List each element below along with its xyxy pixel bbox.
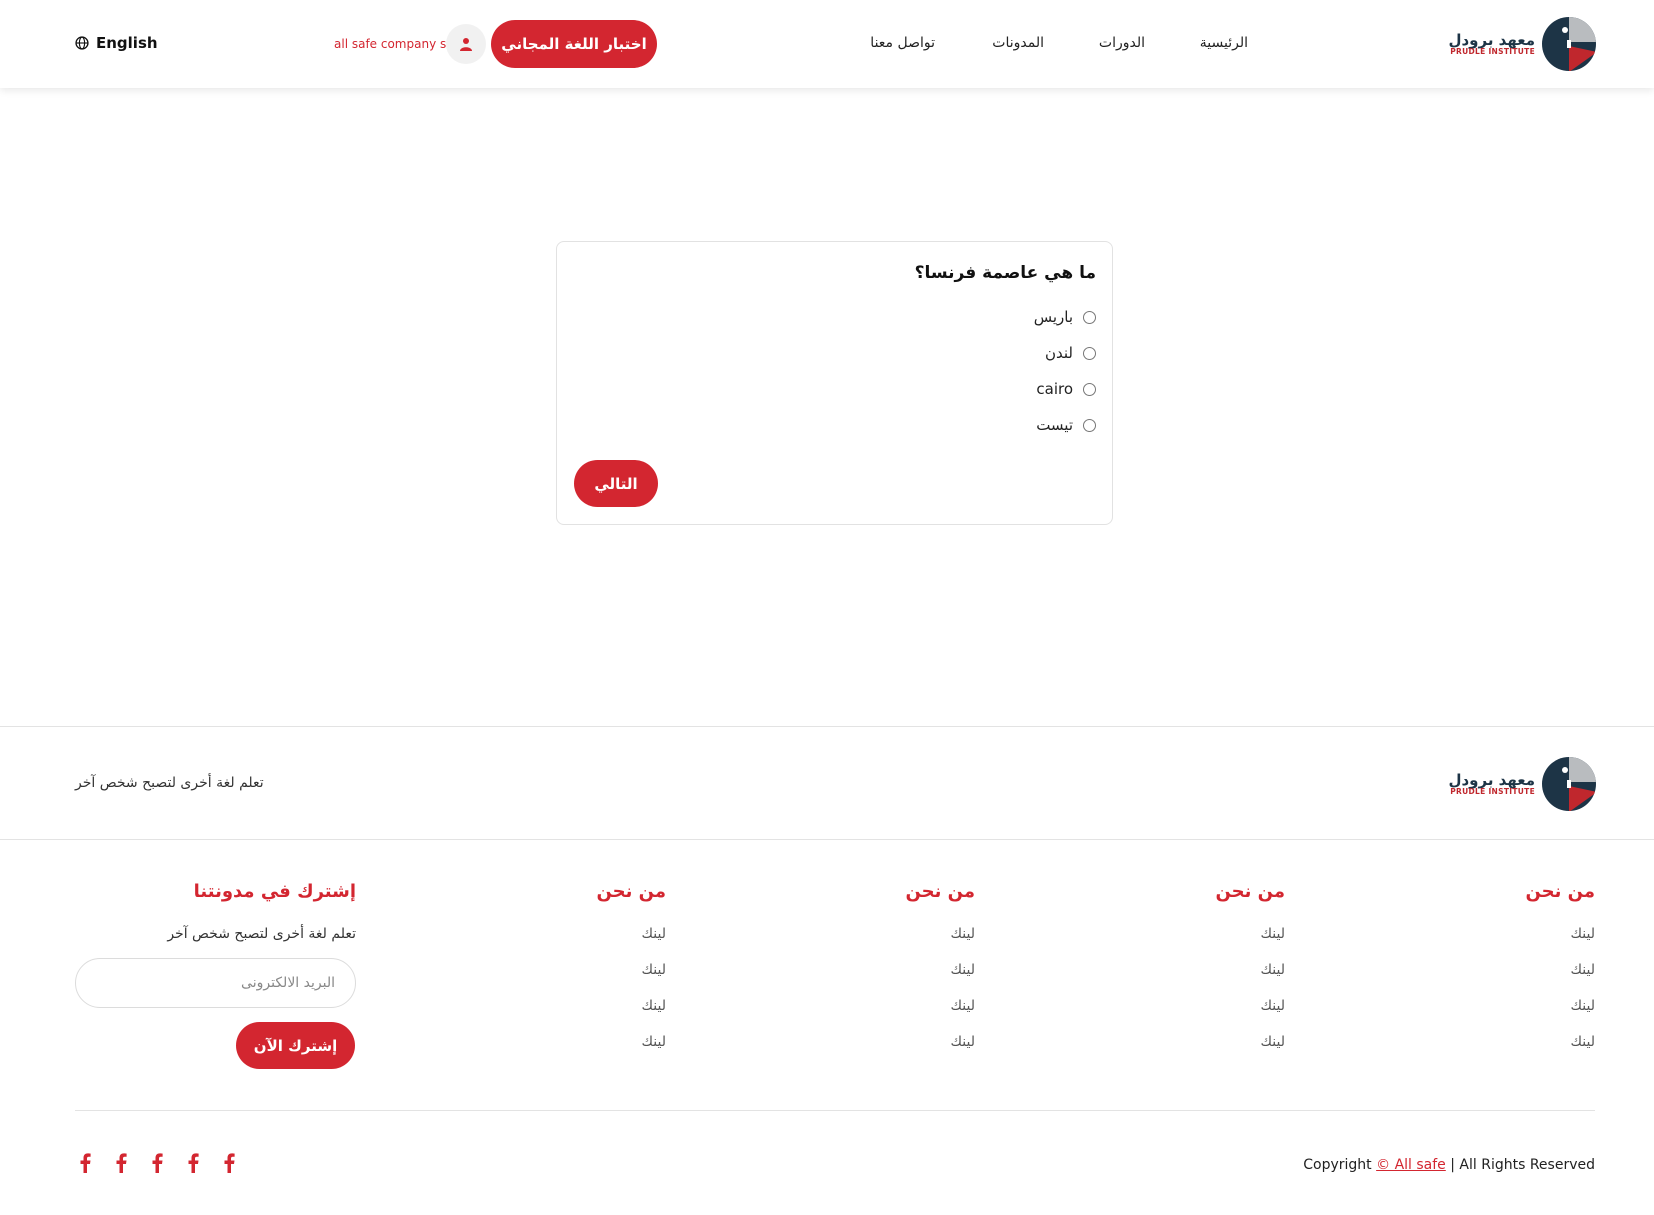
footer-link[interactable]: لينك [950, 998, 975, 1014]
user-name[interactable]: all safe company s [334, 37, 446, 51]
footer-column-title: من نحن [596, 881, 666, 902]
brand-name-arabic: معهد برودل [1448, 30, 1535, 49]
quiz-question: ما هي عاصمة فرنسا؟ [914, 263, 1096, 283]
prudle-logo-icon [1542, 757, 1596, 811]
radio-button[interactable] [1083, 346, 1096, 360]
subscribe-button[interactable]: إشترك الآن [236, 1022, 355, 1069]
prudle-logo-icon [1542, 17, 1596, 71]
radio-button[interactable] [1083, 382, 1096, 396]
footer-link[interactable]: لينك [950, 1034, 975, 1050]
quiz-option[interactable]: تيست [1036, 416, 1096, 434]
footer-link[interactable]: لينك [1570, 998, 1595, 1014]
brand-name-english: PRUDLE INSTITUTE [1450, 787, 1535, 797]
footer-column-title: من نحن [1215, 881, 1285, 902]
language-switcher[interactable]: English [75, 34, 158, 52]
nav-contact[interactable]: تواصل معنا [870, 35, 935, 51]
footer-link[interactable]: لينك [641, 926, 666, 942]
site-logo[interactable]: معهد برودل PRUDLE INSTITUTE [1448, 16, 1597, 72]
footer-link[interactable]: لينك [641, 1034, 666, 1050]
free-language-test-button[interactable]: اختبار اللغة المجاني [491, 20, 657, 68]
quiz-option[interactable]: باريس [1034, 308, 1096, 326]
copyright-prefix: Copyright [1303, 1157, 1372, 1173]
site-header: معهد برودل PRUDLE INSTITUTE الرئيسية الد… [0, 0, 1654, 88]
radio-button[interactable] [1083, 418, 1096, 432]
footer-column-title: من نحن [905, 881, 975, 902]
brand-name-arabic: معهد برودل [1448, 770, 1535, 789]
footer-bottom-divider [75, 1110, 1595, 1111]
facebook-icon[interactable] [219, 1151, 239, 1175]
option-label: باريس [1033, 308, 1073, 326]
user-icon [460, 38, 472, 51]
facebook-icon[interactable] [147, 1151, 167, 1175]
language-label: English [96, 34, 158, 52]
footer-top-divider [0, 726, 1654, 727]
nav-blogs[interactable]: المدونات [992, 35, 1044, 51]
globe-icon [75, 36, 89, 50]
footer-link[interactable]: لينك [1260, 926, 1285, 942]
footer-link[interactable]: لينك [1260, 1034, 1285, 1050]
facebook-icon[interactable] [111, 1151, 131, 1175]
footer-logo[interactable]: معهد برودل PRUDLE INSTITUTE [1448, 756, 1597, 812]
facebook-icon[interactable] [183, 1151, 203, 1175]
next-button[interactable]: التالي [574, 460, 658, 507]
footer-link[interactable]: لينك [1570, 1034, 1595, 1050]
footer-link[interactable]: لينك [641, 962, 666, 978]
quiz-option[interactable]: cairo [1036, 380, 1096, 398]
option-label: لندن [1045, 344, 1073, 362]
option-label: تيست [1036, 416, 1073, 434]
option-label: cairo [1036, 380, 1073, 398]
footer-middle-divider [0, 839, 1654, 840]
email-input[interactable] [75, 958, 356, 1008]
nav-courses[interactable]: الدورات [1099, 35, 1145, 51]
radio-button[interactable] [1083, 310, 1096, 324]
copyright-suffix: | All Rights Reserved [1450, 1157, 1595, 1173]
footer-link[interactable]: لينك [1260, 962, 1285, 978]
brand-name-english: PRUDLE INSTITUTE [1450, 47, 1535, 57]
footer-column-title: من نحن [1525, 881, 1595, 902]
footer-link[interactable]: لينك [1570, 926, 1595, 942]
quiz-option[interactable]: لندن [1045, 344, 1096, 362]
quiz-card: ما هي عاصمة فرنسا؟ باريس لندن cairo تيست… [556, 241, 1113, 525]
user-avatar[interactable] [446, 24, 486, 64]
footer-link[interactable]: لينك [950, 926, 975, 942]
footer-link[interactable]: لينك [950, 962, 975, 978]
copyright: Copyright © All safe | All Rights Reserv… [1303, 1157, 1595, 1173]
footer-link[interactable]: لينك [1570, 962, 1595, 978]
facebook-icon[interactable] [75, 1151, 95, 1175]
subscribe-title: إشترك في مدونتنا [193, 881, 356, 902]
footer-tagline: تعلم لغة أخرى لتصبح شخص آخر [75, 775, 264, 791]
nav-home[interactable]: الرئيسية [1200, 35, 1248, 51]
copyright-link[interactable]: © All safe [1376, 1157, 1446, 1173]
footer-link[interactable]: لينك [1260, 998, 1285, 1014]
subscribe-text: تعلم لغة أخرى لتصبح شخص آخر [167, 926, 356, 942]
footer-link[interactable]: لينك [641, 998, 666, 1014]
